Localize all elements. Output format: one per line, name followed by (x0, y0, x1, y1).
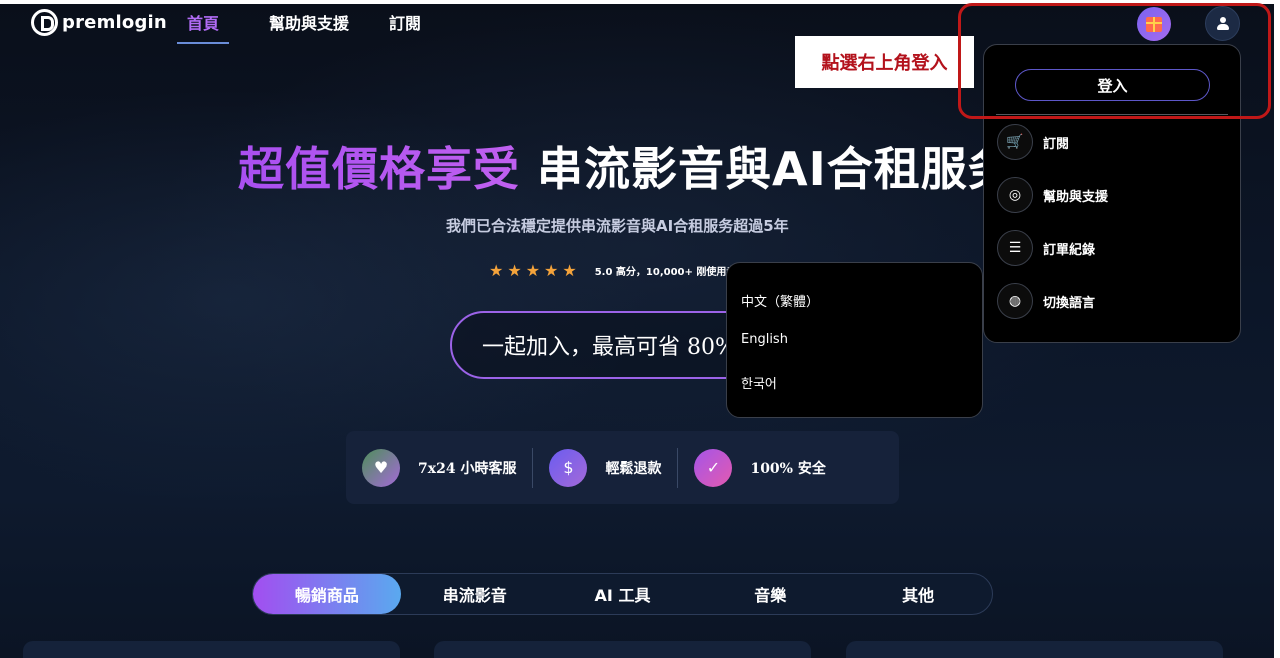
nav-help[interactable]: 幫助與支援 (269, 10, 349, 44)
logo[interactable]: premlogin (31, 9, 167, 36)
hero-title-rest: 串流影音與AI合租服务 (520, 142, 1015, 196)
annotation-label: 點選右上角登入 (795, 36, 974, 88)
language-option-zh-tw[interactable]: 中文（繁體） (741, 291, 819, 310)
product-card[interactable] (846, 641, 1223, 658)
menu-item-label: 訂單紀錄 (1043, 242, 1096, 258)
annotation-highlight (958, 3, 1271, 119)
hero-title: 超值價格享受 串流影音與AI合租服务 (238, 133, 1015, 199)
menu-item-help[interactable]: ◎ 幫助與支援 (997, 177, 1108, 213)
shield-check-icon: ✓ (694, 448, 733, 487)
hero-title-highlight: 超值價格享受 (238, 142, 520, 196)
star-icon: ★ (489, 261, 504, 280)
rating-text: 5.0 高分，10,000+ 刚使用者 (594, 267, 737, 278)
star-icon: ★ (562, 261, 577, 280)
product-card[interactable] (434, 641, 811, 658)
lifebuoy-icon: ◎ (997, 177, 1033, 213)
logo-icon (31, 9, 58, 36)
product-card[interactable] (23, 641, 400, 658)
cart-icon: 🛒 (997, 124, 1033, 160)
main-nav: 首頁 幫助與支援 訂閱 (177, 10, 421, 44)
tab-ai-tools[interactable]: AI 工具 (549, 574, 697, 614)
feature-refund: $ 輕鬆退款 (533, 431, 677, 504)
feature-label: 輕鬆退款 (605, 460, 662, 477)
menu-item-language[interactable]: ◍ 切換語言 (997, 283, 1095, 319)
feature-label: 7x24 小時客服 (418, 460, 517, 477)
nav-home[interactable]: 首頁 (177, 10, 230, 44)
tab-other[interactable]: 其他 (844, 574, 992, 614)
document-icon: ☰ (997, 230, 1033, 266)
menu-item-label: 切換語言 (1043, 295, 1096, 311)
language-option-en[interactable]: English (741, 332, 788, 347)
star-icon: ★ (544, 261, 559, 280)
category-tabs: 暢銷商品 串流影音 AI 工具 音樂 其他 (252, 573, 993, 615)
features-bar: ♥ 7x24 小時客服 $ 輕鬆退款 ✓ 100% 安全 (346, 431, 899, 504)
language-option-ko[interactable]: 한국어 (741, 373, 777, 392)
star-icon: ★ (507, 261, 522, 280)
right-border (1274, 0, 1280, 658)
tab-music[interactable]: 音樂 (696, 574, 844, 614)
feature-support: ♥ 7x24 小時客服 (346, 431, 532, 504)
menu-item-label: 幫助與支援 (1043, 189, 1109, 205)
star-icon: ★ (525, 261, 541, 280)
tab-bestsellers[interactable]: 暢銷商品 (253, 574, 401, 614)
nav-subscribe[interactable]: 訂閱 (389, 10, 421, 44)
rating: ★ ★ ★ ★ ★ 5.0 高分，10,000+ 刚使用者 (489, 261, 736, 280)
tab-streaming[interactable]: 串流影音 (401, 574, 549, 614)
logo-text: premlogin (62, 12, 167, 33)
language-dropdown: 中文（繁體） English 한국어 (726, 262, 983, 418)
globe-icon: ◍ (997, 283, 1033, 319)
refund-icon: $ (549, 448, 588, 487)
feature-label: 100% 安全 (750, 460, 826, 477)
menu-item-label: 訂閱 (1043, 136, 1070, 152)
heart-hands-icon: ♥ (362, 448, 400, 487)
hero-subtitle: 我們已合法穩定提供串流影音與AI合租服务超過5年 (446, 217, 789, 235)
menu-item-orders[interactable]: ☰ 訂單紀錄 (997, 230, 1095, 266)
menu-item-subscribe[interactable]: 🛒 訂閱 (997, 124, 1069, 160)
feature-security: ✓ 100% 安全 (678, 431, 841, 504)
